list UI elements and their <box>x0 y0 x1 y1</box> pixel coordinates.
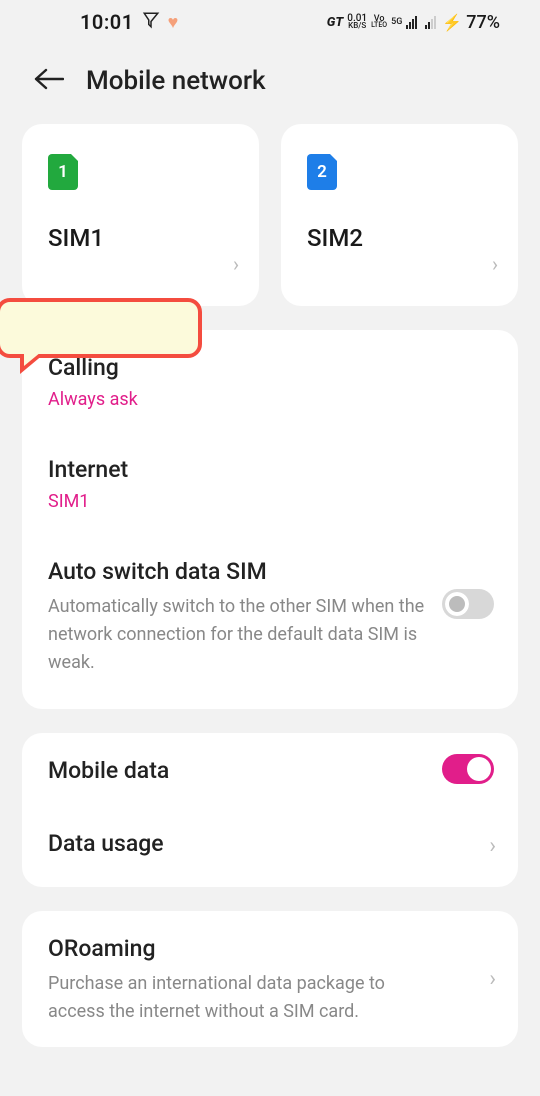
battery-pct: 77% <box>466 12 500 33</box>
chevron-right-icon: › <box>233 252 239 276</box>
mobile-data-row: Mobile data <box>22 733 518 806</box>
data-card: Mobile data Data usage › <box>22 733 518 887</box>
volte-indicator: Vo LTEO <box>371 16 387 29</box>
5g-indicator: 5G <box>391 17 402 27</box>
auto-switch-desc: Automatically switch to the other SIM wh… <box>48 593 492 677</box>
oroaming-desc: Purchase an international data package t… <box>48 970 492 1026</box>
health-icon: ♥ <box>168 12 179 33</box>
status-bar: 10:01 ♥ GT 0.01 KB/S Vo LTEO 5G ⚡ 77% <box>0 0 540 42</box>
mobile-data-toggle[interactable] <box>442 754 494 784</box>
signal-icon-2 <box>425 15 436 29</box>
internet-value: SIM1 <box>48 491 492 512</box>
page-title: Mobile network <box>86 66 266 96</box>
sim1-badge-icon: 1 <box>48 154 78 190</box>
carrier-icon <box>142 11 160 34</box>
sim-card-2[interactable]: 2 SIM2 › <box>281 124 518 306</box>
status-time: 10:01 <box>80 10 134 34</box>
net-speed: 0.01 KB/S <box>347 15 367 29</box>
data-usage-row[interactable]: Data usage › <box>22 806 518 887</box>
defaults-card: Calling Always ask Internet SIM1 Auto sw… <box>22 330 518 709</box>
oroaming-title: ORoaming <box>48 935 492 962</box>
auto-switch-row: Auto switch data SIM Automatically switc… <box>22 534 518 709</box>
sim1-name: SIM1 <box>48 224 233 252</box>
gt-badge: GT <box>327 15 343 30</box>
page-header: Mobile network <box>0 42 540 124</box>
calling-value: Always ask <box>48 389 492 410</box>
auto-switch-title: Auto switch data SIM <box>48 558 492 585</box>
chevron-right-icon: › <box>489 834 496 859</box>
internet-title: Internet <box>48 456 492 483</box>
mobile-data-title: Mobile data <box>48 757 492 784</box>
sim2-name: SIM2 <box>307 224 492 252</box>
data-usage-title: Data usage <box>48 830 492 857</box>
sim-card-1[interactable]: 1 SIM1 › <box>22 124 259 306</box>
oroaming-row[interactable]: ORoaming Purchase an international data … <box>22 911 518 1048</box>
sim2-badge-icon: 2 <box>307 154 337 190</box>
calling-title: Calling <box>48 354 492 381</box>
back-icon[interactable] <box>34 68 64 94</box>
internet-row[interactable]: Internet SIM1 <box>22 432 518 534</box>
charging-icon: ⚡ <box>442 13 462 32</box>
auto-switch-toggle[interactable] <box>442 589 494 619</box>
signal-icon-1 <box>406 15 417 29</box>
tooltip-callout <box>0 298 202 358</box>
chevron-right-icon: › <box>492 252 498 276</box>
chevron-right-icon: › <box>489 967 496 992</box>
roaming-card: ORoaming Purchase an international data … <box>22 911 518 1048</box>
